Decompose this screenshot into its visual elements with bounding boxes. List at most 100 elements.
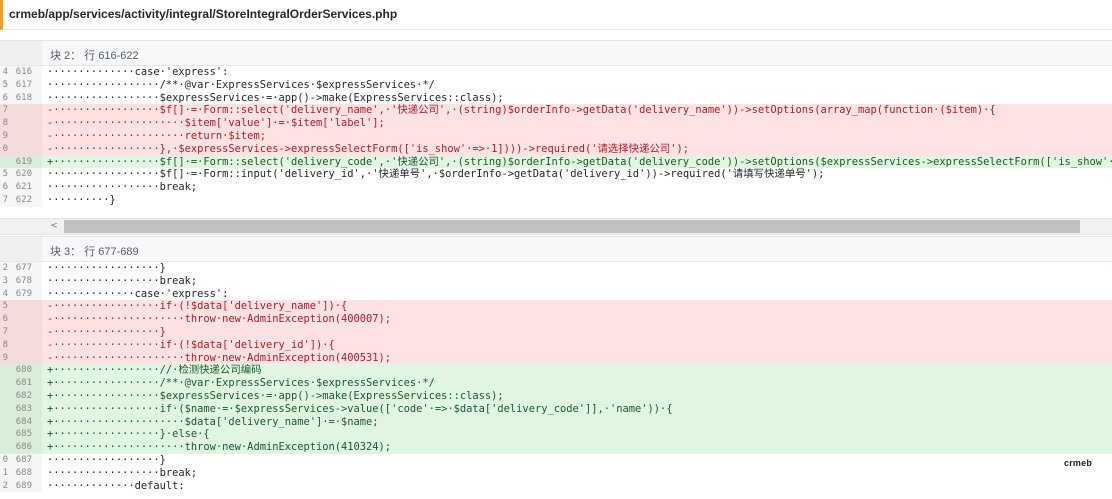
diff-line-ctx: 5 617 ··················/**·@var·ExpressSe… [0,78,1112,92]
hunk-title: 块 2： 行 616-622 [50,50,139,62]
old-line-number: 5 [2,79,8,90]
code-text: ··················$f[]·=·Form::input('de… [47,168,825,181]
new-line-number: 677 [15,263,32,273]
crmeb-logo: crmeb [1064,458,1093,468]
new-line-number: 687 [15,454,32,465]
new-line-number: 679 [15,288,32,299]
old-line-number: 2 [2,263,8,273]
code-text: ··················} [47,453,166,466]
code-text: ··················$expressServices·=·app… [47,91,504,104]
new-line-number: 680 [15,365,32,376]
hunk-header: 块 2： 行 616-622 [0,40,1112,66]
diff-line-ctx: 2 689 ··············default: [0,479,1112,493]
diff-line-ctx: 0 687 ··················} [0,453,1112,467]
diff-line-ctx: 3 678 ··················break; [0,274,1112,288]
new-line-number: 685 [15,429,32,440]
hunk-gutter [0,237,42,261]
code-text: -·················if·(!$data['delivery_i… [47,338,335,351]
code-text: +·················//·检测快递公司编码 [47,364,262,377]
file-header: crmeb/app/services/activity/integral/Sto… [0,0,1112,30]
old-line-number: 6 [2,314,8,325]
code-text: +·····················throw·new·AdminExc… [47,441,392,454]
new-line-number: 683 [15,403,32,414]
code-text: ··················break; [47,181,198,194]
code-text: -·················},·$expressServices->e… [47,142,690,155]
diff-line-add: 619 +·················$f[]·=·Form::select… [0,155,1112,169]
new-line-number: 617 [15,79,32,90]
new-line-number: 619 [15,156,32,167]
code-text: -·····················throw·new·AdminExc… [47,351,392,364]
scroll-thumb[interactable] [64,220,1080,233]
diff-line-del: 8 -·····················$item['value']·=·… [0,117,1112,130]
file-path[interactable]: crmeb/app/services/activity/integral/Sto… [9,7,397,21]
hunk-gutter [0,41,42,65]
code-text: ··············default: [47,479,185,492]
diff-line-del: 6 -·····················throw·new·AdminEx… [0,313,1112,326]
new-line-number: 678 [15,275,32,286]
old-line-number: 1 [2,467,8,478]
diff-line-del: 8 -·················if·(!$data['delivery_… [0,338,1112,352]
diff-line-add: 682 +·················$expressServices·=·… [0,389,1112,403]
old-line-number: 0 [2,454,8,465]
diff-line-ctx: 1 688 ··················break; [0,466,1112,480]
diff-line-ctx: 7 622 ··········} [0,193,1112,207]
code-text: -·····················$item['value']·=·$… [47,117,385,130]
old-line-number: 9 [2,352,8,363]
code-text: +·····················$data['delivery_na… [47,415,379,428]
diff-line-del: 0 -·················},·$expressServices->… [0,142,1112,156]
code-text: ··············case·'express': [47,287,229,300]
code-text: -·················$f[]·=·Form::select('d… [47,104,996,117]
old-line-number: 9 [2,130,8,141]
hunk-title: 块 3： 行 677-689 [50,246,139,258]
diff-line-del: 9 -·····················throw·new·AdminEx… [0,351,1112,365]
new-line-number: 688 [15,467,32,478]
new-line-number: 682 [15,390,32,401]
diff-line-ctx: 4 616 ··············case·'express': [0,66,1112,79]
diff-line-del: 5 -·················if·(!$data['delivery_… [0,300,1112,314]
old-line-number: 4 [2,67,8,77]
diff-line-add: 680 +·················//·检测快递公司编码 [0,364,1112,378]
diff-line-ctx: 5 620 ··················$f[]·=·Form::input… [0,168,1112,182]
diff-line-ctx: 4 679 ··············case·'express': [0,287,1112,301]
old-line-number: 2 [2,480,8,491]
old-line-number: 4 [2,288,8,299]
code-text: -·····················throw·new·AdminExc… [47,313,392,326]
code-text: +·················if·($name·=·$expressSe… [47,402,673,415]
diff-line-add: 684 +·····················$data['delivery… [0,415,1112,429]
new-line-number: 681 [15,378,32,389]
code-text: -·····················return·$item; [47,129,266,142]
diff-line-add: 685 +·················}·else·{ [0,428,1112,442]
code-text: ··················/**·@var·ExpressServic… [47,78,435,91]
old-line-number: 6 [2,92,8,103]
hunk-header: 块 3： 行 677-689 [0,236,1112,262]
diff-line-del: 9 -·····················return·$item; [0,129,1112,143]
diff-line-del: 7 -·················} [0,325,1112,339]
code-text: -·················} [47,325,166,338]
old-line-number: 6 [2,182,8,193]
new-line-number: 689 [15,480,32,491]
horizontal-scrollbar[interactable]: < [0,218,1112,235]
new-line-number: 618 [15,92,32,103]
new-line-number: 686 [15,442,32,453]
spacer [0,30,1112,40]
old-line-number: 5 [2,169,8,180]
new-line-number: 684 [15,416,32,427]
old-line-number: 8 [2,339,8,350]
code-text: ··················break; [47,466,198,479]
hunk-code-block: 4 616 ··············case·'express': 5 617 ···… [0,66,1112,207]
diff-line-ctx: 2 677 ··················} [0,262,1112,275]
diff-line-add: 683 +·················if·($name·=·$expres… [0,402,1112,416]
new-line-number: 621 [15,182,32,193]
diff-line-add: 686 +·····················throw·new·Admin… [0,441,1112,454]
code-text: +·················}·else·{ [47,428,210,441]
scroll-left-arrow-icon[interactable]: < [48,221,60,232]
code-text: +·················$f[]·=·Form::select('d… [47,155,1112,168]
code-text: ··················break; [47,274,198,287]
old-line-number: 7 [2,326,8,337]
old-line-number: 8 [2,118,8,129]
diff-line-del: 7 -·················$f[]·=·Form::select('… [0,104,1112,118]
new-line-number: 622 [15,194,32,205]
diff-line-add: 681 +·················/**·@var·ExpressSer… [0,377,1112,390]
old-line-number: 3 [2,275,8,286]
code-text: ··················} [47,262,166,274]
